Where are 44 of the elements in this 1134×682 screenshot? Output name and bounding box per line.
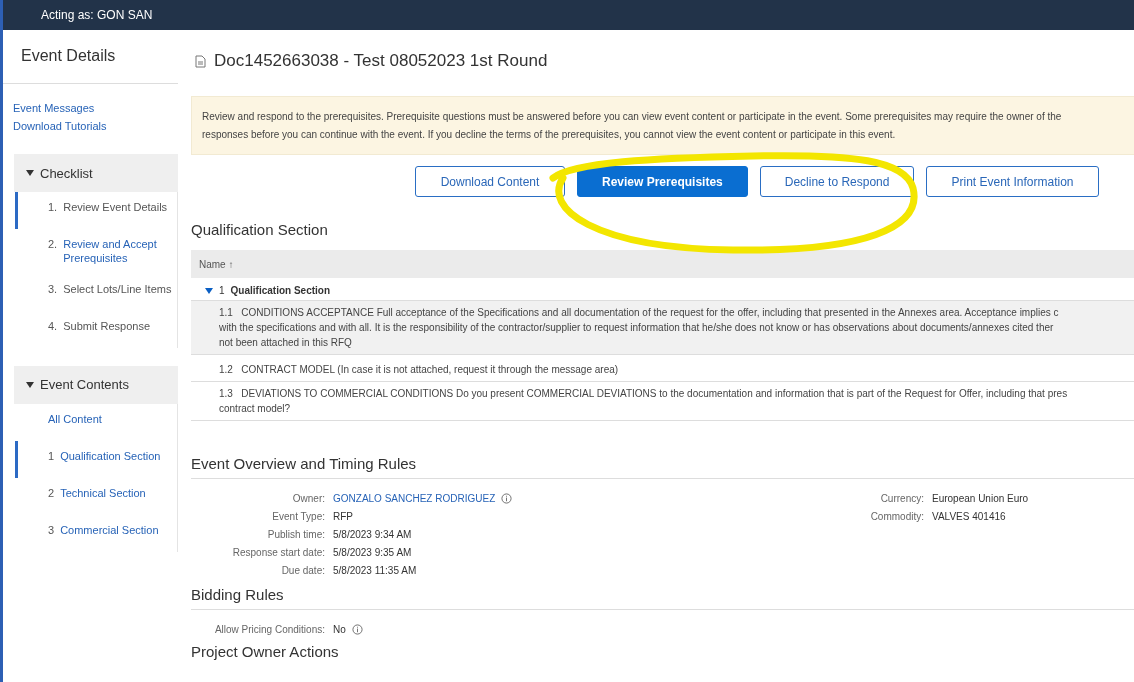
notice-banner: Review and respond to the prerequisites. Prerequisite questions must be answered before you can view event content or participate in the event. Some prerequisites may require the owner of the responses before you can continue with the event. If you decline the terms of the prerequisites, you cannot view the event content or participate in this event.: [191, 96, 1134, 155]
sidebar-group-header[interactable]: Event Contents: [14, 365, 178, 404]
field-value: VALVES 401416: [932, 511, 1006, 522]
field-value: 5/8/2023 9:35 AM: [333, 547, 412, 558]
field-label: Allow Pricing Conditions:: [213, 624, 325, 635]
sidebar-link[interactable]: Download Tutorials: [13, 120, 178, 132]
question-text: 1.2 CONTRACT MODEL (In case it is not attached, request it through the message area): [218, 363, 619, 377]
action-button[interactable]: Decline to Respond: [759, 166, 915, 197]
sidebar-item[interactable]: 1 Qualification Section: [15, 440, 178, 478]
field-value: European Union Euro: [932, 493, 1029, 504]
sidebar-title: Event Details: [3, 30, 178, 84]
document-icon: [194, 54, 206, 68]
section-heading: Qualification Section: [191, 221, 329, 240]
sidebar-item[interactable]: 1. Review Event Details: [15, 192, 178, 229]
action-button[interactable]: Download Content: [415, 166, 565, 197]
action-button[interactable]: Review Prerequisites: [577, 166, 748, 197]
section-heading: Event Overview and Timing Rules: [191, 455, 1134, 479]
field-label: Owner:: [291, 493, 325, 504]
field-label: Due date:: [280, 565, 325, 576]
question-text: 1.3 DEVIATIONS TO COMMERCIAL CONDITIONS Do you present COMMERCIAL DEVIATIONS to the documentation and information that is part of the Request for Offer, including that pres contract model?: [218, 387, 1068, 416]
field-label: Event Type:: [271, 511, 325, 522]
field-label: Currency:: [879, 493, 924, 504]
caret-icon[interactable]: [26, 169, 34, 177]
section-heading: Project Owner Actions: [191, 643, 340, 662]
field-label: Publish time:: [266, 529, 325, 540]
field-label: Response start date:: [231, 547, 325, 558]
action-button[interactable]: Print Event Information: [926, 166, 1099, 197]
field-label: Commodity:: [869, 511, 924, 522]
info-icon[interactable]: [351, 624, 363, 635]
page-title: Doc1452663038 - Test 08052023 1st Round: [214, 51, 548, 71]
caret-icon[interactable]: [26, 380, 34, 389]
field-value: No: [333, 624, 346, 635]
section-heading: Bidding Rules: [191, 586, 1134, 610]
field-value: 5/8/2023 11:35 AM: [333, 565, 417, 576]
caret-icon[interactable]: [205, 286, 213, 295]
question-text: 1.1 CONDITIONS ACCEPTANCE Full acceptance of the Specifications and all documentation of the request for the offer, including that presented in the Annexes area. Acceptance implies c with the specifications and with all. It is the responsibility of the contractor/supplier to request information that he/she does not know or has observations about documents/annexes cited ther not been attached in this RFQ: [218, 306, 1059, 350]
field-value: 5/8/2023 9:34 AM: [333, 529, 412, 540]
sidebar-link[interactable]: Event Messages: [13, 102, 178, 114]
info-icon[interactable]: [501, 493, 513, 504]
sidebar-group-header[interactable]: Checklist: [14, 154, 178, 192]
owner-link[interactable]: GONZALO SANCHEZ RODRIGUEZ: [333, 493, 496, 504]
field-value: RFP: [333, 511, 353, 522]
acting-as-label: Acting as: GON SAN: [41, 8, 153, 22]
column-header[interactable]: Name ↑: [191, 250, 1134, 278]
